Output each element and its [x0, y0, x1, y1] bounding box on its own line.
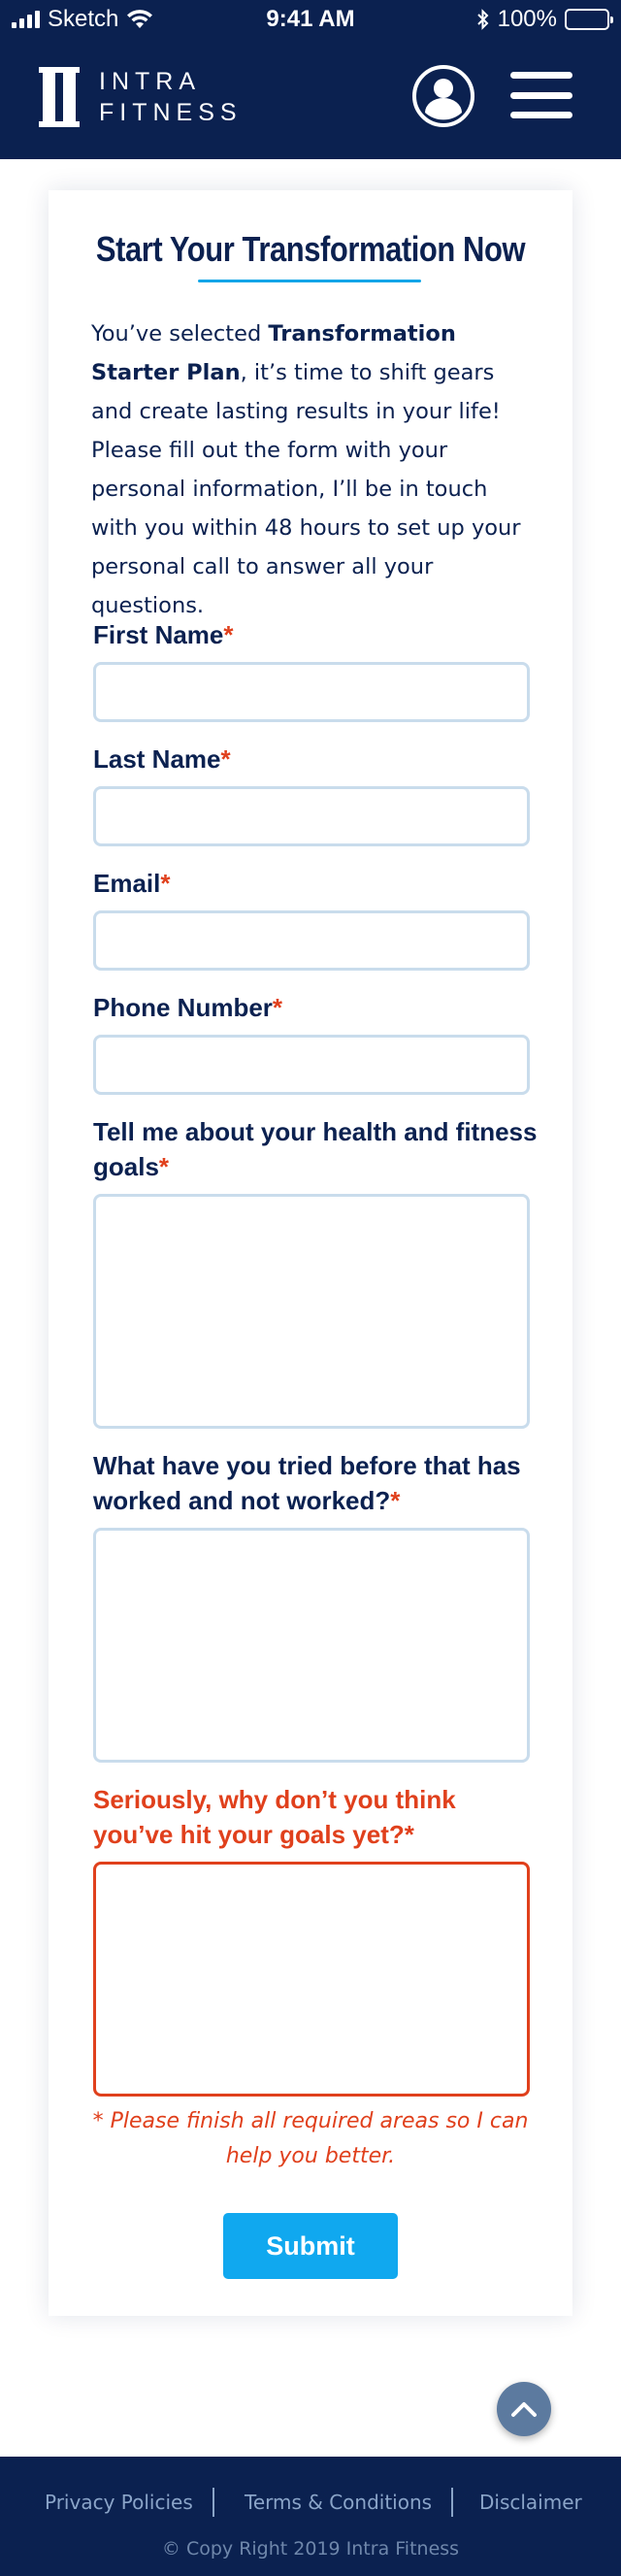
- required-asterisk: *: [223, 620, 234, 649]
- logo-text-line2: FITNESS: [99, 99, 243, 126]
- last-name-input[interactable]: [93, 786, 530, 846]
- back-to-top-button[interactable]: [497, 2382, 551, 2436]
- logo-text-line1: INTRA: [99, 68, 201, 95]
- goals-label: Tell me about your health and fitness go…: [93, 1117, 538, 1181]
- goals-textarea[interactable]: [93, 1194, 530, 1429]
- app-header: Sketch 9:41 AM 100% INTRA FITNESS: [0, 0, 621, 159]
- phone-number-input[interactable]: [93, 1035, 530, 1095]
- why-not-goals-label: Seriously, why don’t you think you’ve hi…: [93, 1785, 456, 1849]
- required-asterisk: *: [158, 1152, 170, 1181]
- email-label: Email*: [93, 869, 171, 898]
- intro-suffix: , it’s time to shift gears and create la…: [91, 360, 521, 618]
- bluetooth-icon: [476, 9, 489, 30]
- title-underline: [198, 280, 421, 282]
- last-name-label: Last Name*: [93, 744, 231, 774]
- first-name-input[interactable]: [93, 662, 530, 722]
- submit-button[interactable]: Submit: [223, 2213, 398, 2279]
- tried-before-label: What have you tried before that has work…: [93, 1451, 521, 1515]
- hamburger-menu-icon[interactable]: [510, 72, 572, 118]
- battery-percent: 100%: [497, 6, 557, 32]
- email-input[interactable]: [93, 910, 530, 971]
- required-asterisk: *: [272, 993, 283, 1022]
- user-profile-icon[interactable]: [411, 64, 475, 128]
- intro-text: You’ve selected Transformation Starter P…: [91, 314, 538, 625]
- logo-mark-icon: [39, 67, 80, 127]
- first-name-label: First Name*: [93, 620, 234, 649]
- footer-link-privacy-policies[interactable]: Privacy Policies: [45, 2486, 193, 2519]
- chevron-up-icon: [511, 2402, 537, 2417]
- required-asterisk: *: [404, 1820, 414, 1849]
- required-asterisk: *: [220, 744, 231, 774]
- footer-divider: [451, 2488, 453, 2517]
- footer-link-disclaimer[interactable]: Disclaimer: [479, 2486, 582, 2519]
- required-asterisk: *: [390, 1486, 401, 1515]
- required-asterisk: *: [160, 869, 171, 898]
- phone-number-label: Phone Number*: [93, 993, 283, 1022]
- validation-error-message: * Please finish all required areas so I …: [92, 2109, 529, 2168]
- page-footer: Privacy Policies Terms & Conditions Disc…: [0, 2457, 621, 2576]
- why-not-goals-textarea[interactable]: [93, 1862, 530, 2097]
- tried-before-textarea[interactable]: [93, 1528, 530, 1763]
- battery-icon: [565, 9, 613, 30]
- footer-divider: [212, 2488, 214, 2517]
- status-bar: Sketch 9:41 AM 100%: [0, 0, 621, 41]
- copyright-text: © Copy Right 2019 Intra Fitness: [161, 2538, 460, 2559]
- footer-links: Privacy Policies Terms & Conditions Disc…: [0, 2486, 621, 2519]
- transformation-form-card: Start Your Transformation Now You’ve sel…: [49, 190, 572, 2316]
- intra-fitness-logo[interactable]: INTRA FITNESS: [37, 66, 243, 128]
- intro-prefix: You’ve selected: [91, 321, 269, 347]
- footer-link-terms-conditions[interactable]: Terms & Conditions: [245, 2486, 432, 2519]
- page-title: Start Your Transformation Now: [95, 229, 526, 269]
